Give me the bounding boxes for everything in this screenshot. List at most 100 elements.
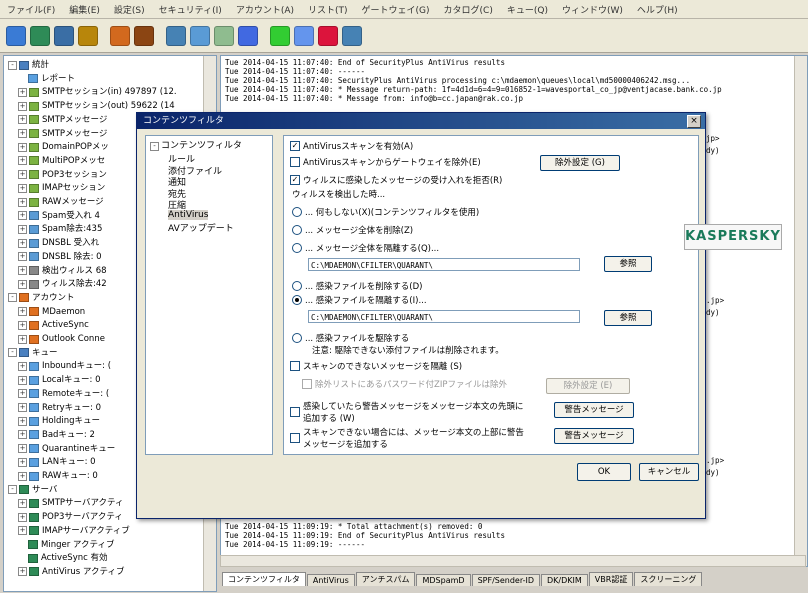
tree-item[interactable]: ActiveSync 有効 xyxy=(28,552,107,564)
tree-item[interactable]: + MultiPOPメッセ xyxy=(18,155,105,167)
expand-icon[interactable]: + xyxy=(18,224,27,234)
warning-message-button-2[interactable]: 警告メッセージ xyxy=(554,428,634,444)
dialog-nav-item[interactable]: AntiVirus xyxy=(168,209,209,220)
tree-item[interactable]: + Badキュー: 2 xyxy=(18,429,95,441)
expand-icon[interactable]: + xyxy=(18,512,27,522)
quarantine-unscannable-checkbox[interactable]: スキャンのできないメッセージを隔離 (S) xyxy=(290,360,462,372)
do-nothing-radio[interactable]: ... 何もしない(X)(コンテンツフィルタを使用) xyxy=(292,206,479,218)
tree-item[interactable]: + ActiveSync xyxy=(18,319,89,331)
expand-icon[interactable]: + xyxy=(18,279,27,289)
delete-all-radio[interactable]: ... メッセージ全体を削除(Z) xyxy=(292,224,413,236)
expand-icon[interactable]: + xyxy=(18,389,27,399)
tree-item[interactable]: + 検出ウィルス 68 xyxy=(18,265,107,277)
menu-item[interactable]: カタログ(C) xyxy=(437,3,500,16)
tree-item[interactable]: + Spam受入れ 4 xyxy=(18,210,100,222)
menu-item[interactable]: ヘルプ(H) xyxy=(630,3,685,16)
collapse-icon[interactable]: - xyxy=(8,293,17,303)
tree-item[interactable]: レポート xyxy=(28,73,75,85)
tree-item[interactable]: - キュー xyxy=(8,347,58,359)
menu-item[interactable]: アカウント(A) xyxy=(229,3,301,16)
enable-av-checkbox[interactable]: ✓ AntiVirusスキャンを有効(A) xyxy=(290,140,413,152)
tree-item[interactable]: + AntiVirus アクティブ xyxy=(18,566,124,578)
filter-icon[interactable] xyxy=(54,25,74,46)
tree-item[interactable]: + Localキュー: 0 xyxy=(18,374,101,386)
expand-icon[interactable]: + xyxy=(18,403,27,412)
menu-item[interactable]: 設定(S) xyxy=(107,3,152,16)
log-tab[interactable]: MDSpamD xyxy=(416,574,471,586)
expand-icon[interactable]: + xyxy=(18,430,27,440)
log-hscrollbar[interactable] xyxy=(220,555,806,567)
quarantine-attachment-path-field[interactable]: C:\MDAEMON\CFILTER\QUARANT\ xyxy=(308,310,580,323)
tree-item[interactable]: + SMTPサーバアクティ xyxy=(18,497,124,509)
expand-icon[interactable]: + xyxy=(18,498,27,508)
menu-item[interactable]: セキュリティ(I) xyxy=(152,3,229,16)
tree-item[interactable]: + Quarantineキュー xyxy=(18,443,115,455)
collapse-icon[interactable]: - xyxy=(8,485,17,495)
checkbox-icon[interactable] xyxy=(290,157,300,167)
mail-icon[interactable] xyxy=(214,25,234,46)
log-tab[interactable]: コンテンツフィルタ xyxy=(222,572,306,586)
expand-icon[interactable]: + xyxy=(18,129,27,138)
key-icon[interactable] xyxy=(78,25,98,46)
repair-attachment-radio[interactable]: ... 感染ファイルを駆除する xyxy=(292,332,409,344)
radio-icon[interactable] xyxy=(292,333,302,343)
menu-item[interactable]: リスト(T) xyxy=(301,3,355,16)
log-tab[interactable]: SPF/Sender-ID xyxy=(471,574,541,586)
tree-item[interactable]: - アカウント xyxy=(8,292,75,304)
exclude-unscannable-checkbox[interactable]: 除外リストにあるパスワード付ZIPファイルは除外 xyxy=(302,378,507,390)
radio-selected-icon[interactable] xyxy=(292,295,302,305)
tree-item[interactable]: - 統計 xyxy=(8,59,49,71)
checkbox-icon[interactable] xyxy=(290,361,300,371)
expand-icon[interactable]: + xyxy=(18,361,27,371)
tree-item[interactable]: + RAWキュー: 0 xyxy=(18,470,98,482)
tree-item[interactable]: + Inboundキュー: ( xyxy=(18,360,111,372)
delete-attachment-radio[interactable]: ... 感染ファイルを削除する(D) xyxy=(292,280,423,292)
tree-item[interactable]: + SMTPセッション(in) 497897 (12. xyxy=(18,86,177,98)
tree-item[interactable]: + POP3セッション xyxy=(18,169,107,181)
radio-icon[interactable] xyxy=(292,281,302,291)
tools-icon[interactable] xyxy=(30,25,50,46)
cycle-icon[interactable] xyxy=(238,25,258,46)
cancel-button[interactable]: キャンセル xyxy=(639,463,699,481)
log-tab[interactable]: VBR認証 xyxy=(588,572,634,586)
checkbox-icon[interactable] xyxy=(290,407,300,417)
expand-icon[interactable]: + xyxy=(18,526,27,536)
expand-icon[interactable]: + xyxy=(18,211,27,221)
expand-icon[interactable]: + xyxy=(18,87,27,97)
quarantine-path-field[interactable]: C:\MDAEMON\CFILTER\QUARANT\ xyxy=(308,258,580,271)
checkbox-checked-icon[interactable]: ✓ xyxy=(290,175,300,185)
exclude-unscannable-button[interactable]: 除外設定 (E) xyxy=(546,378,630,394)
menu-item[interactable]: 編集(E) xyxy=(62,3,107,16)
menu-item[interactable]: ゲートウェイ(G) xyxy=(355,3,437,16)
log-tab[interactable]: AntiVirus xyxy=(306,574,355,586)
tree-item[interactable]: + Remoteキュー: ( xyxy=(18,388,109,400)
ok-button[interactable]: OK xyxy=(577,463,631,481)
browse-button-1[interactable]: 参照 xyxy=(604,256,652,272)
tree-item[interactable]: + IMAPサーバアクティブ xyxy=(18,525,130,537)
expand-icon[interactable]: + xyxy=(18,101,27,111)
menu-item[interactable]: ファイル(F) xyxy=(0,3,62,16)
red-icon[interactable] xyxy=(318,25,338,46)
green-icon[interactable] xyxy=(270,25,290,46)
tree-item[interactable]: - サーバ xyxy=(8,484,57,496)
log-scrollbar[interactable] xyxy=(794,56,807,566)
tree-item[interactable]: + DNSBL 除去: 0 xyxy=(18,251,102,263)
tree-item[interactable]: + ウィルス除去:42 xyxy=(18,278,107,290)
menu-item[interactable]: キュー(Q) xyxy=(500,3,555,16)
expand-icon[interactable]: + xyxy=(18,170,27,180)
stats-icon[interactable] xyxy=(6,25,26,46)
tree-item[interactable]: + SMTPメッセージ xyxy=(18,128,107,140)
collapse-icon[interactable]: - xyxy=(8,348,17,358)
tree-item[interactable]: + MDaemon xyxy=(18,306,85,318)
close-button[interactable]: × xyxy=(687,115,701,128)
collapse-icon[interactable]: - xyxy=(150,142,159,151)
expand-icon[interactable]: + xyxy=(18,197,27,207)
expand-icon[interactable]: + xyxy=(18,142,27,152)
expand-icon[interactable]: + xyxy=(18,238,27,248)
tree-item[interactable]: + Outlook Conne xyxy=(18,333,105,345)
radio-icon[interactable] xyxy=(292,207,302,217)
refuse-infected-checkbox[interactable]: ✓ ウィルスに感染したメッセージの受け入れを拒否(R) xyxy=(290,174,502,186)
tree-item[interactable]: + RAWメッセージ xyxy=(18,196,104,208)
ports-icon[interactable] xyxy=(166,25,186,46)
radio-icon[interactable] xyxy=(292,225,302,235)
